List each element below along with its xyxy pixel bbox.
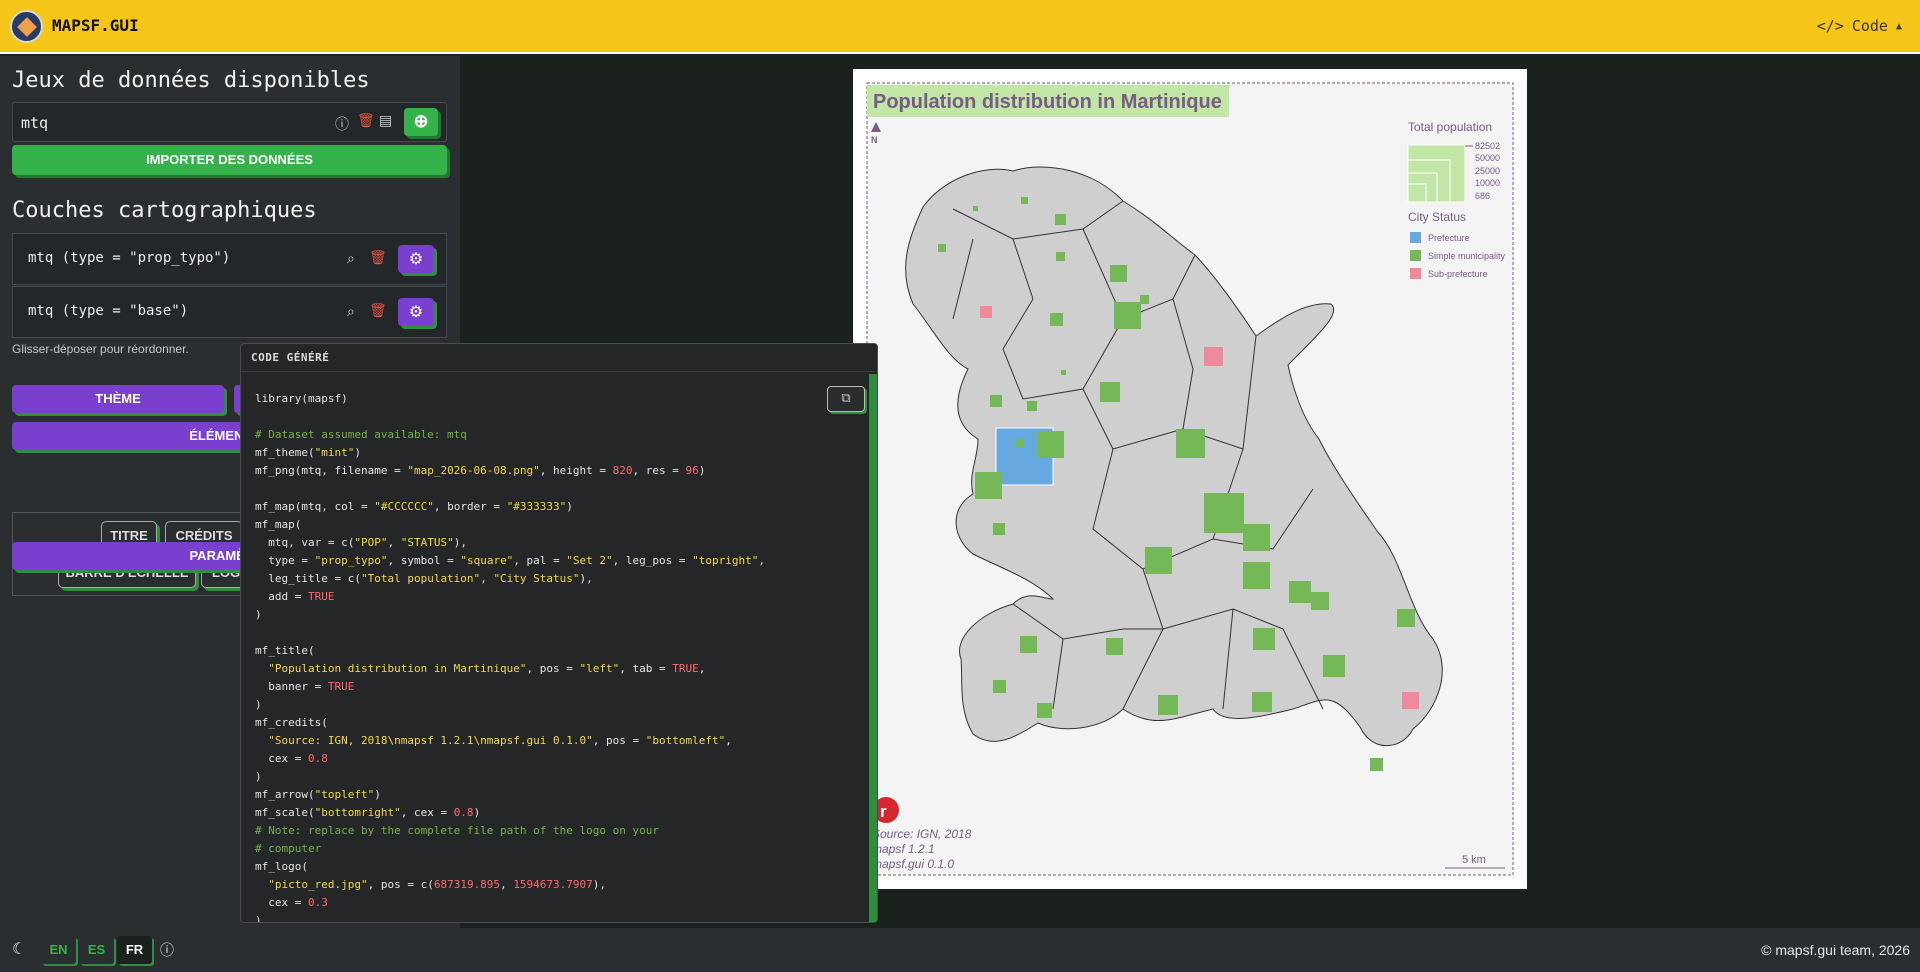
- code-label: Code: [1851, 17, 1888, 35]
- legend-pop-title: Total population: [1408, 120, 1492, 134]
- legend-pop-value: 82502: [1475, 141, 1500, 151]
- datasets-heading: Jeux de données disponibles: [12, 68, 370, 93]
- legend-status-title: City Status: [1408, 210, 1466, 224]
- map-canvas: Population distribution in Martinique N: [866, 82, 1514, 876]
- add-layer-button[interactable]: ⊕: [404, 108, 438, 136]
- code-panel-title: CODE GÉNÉRÉ: [241, 344, 877, 372]
- dataset-row: mtq ⓘ 🗑 ▤ ⊕: [12, 102, 447, 142]
- layer-settings-button[interactable]: ⚙: [398, 298, 434, 326]
- legend-pop-value: 10000: [1475, 178, 1500, 188]
- legend-pop-value: 686: [1475, 191, 1490, 201]
- lang-es-button[interactable]: ES: [79, 936, 114, 964]
- import-data-button[interactable]: IMPORTER DES DONNÉES: [12, 145, 447, 175]
- logo-letter: r: [880, 802, 887, 821]
- credits-line: mapsf 1.2.1: [872, 842, 935, 856]
- north-label: N: [871, 135, 878, 145]
- map-title: Population distribution in Martinique: [873, 91, 1222, 113]
- top-bar: MAPSF.GUI </> Code ▲: [0, 0, 1920, 54]
- lang-en-button[interactable]: EN: [41, 936, 76, 964]
- caret-up-icon: ▲: [1895, 20, 1902, 32]
- credits-line: Source: IGN, 2018: [872, 827, 972, 841]
- hide-icon[interactable]: ⌕: [347, 304, 355, 320]
- layer-label: mtq (type = "base"): [28, 303, 189, 319]
- app-logo-icon: [10, 10, 43, 43]
- copy-icon: ⧉: [841, 391, 851, 406]
- layers-heading: Couches cartographiques: [12, 198, 317, 223]
- hide-icon[interactable]: ⌕: [347, 251, 355, 267]
- info-icon[interactable]: ⓘ: [160, 940, 174, 960]
- app-title: MAPSF.GUI: [52, 16, 139, 35]
- dataset-name: mtq: [21, 114, 49, 132]
- dark-mode-icon[interactable]: ☾: [12, 939, 26, 958]
- code-icon: </>: [1816, 17, 1844, 35]
- table-icon[interactable]: ▤: [379, 113, 392, 129]
- legend-pop-value: 25000: [1475, 166, 1500, 176]
- legend-status-label: Sub-prefecture: [1428, 269, 1488, 279]
- lang-fr-button[interactable]: FR: [117, 936, 152, 964]
- map-preview: Population distribution in Martinique N: [853, 69, 1527, 889]
- layer-label: mtq (type = "prop_typo"): [28, 250, 231, 266]
- trash-icon[interactable]: 🗑: [369, 303, 387, 319]
- layer-item[interactable]: mtq (type = "base") ⌕ 🗑 ⚙: [12, 286, 447, 338]
- legend-status-label: Prefecture: [1428, 233, 1470, 243]
- reorder-hint: Glisser-déposer pour réordonner.: [12, 342, 189, 356]
- trash-icon[interactable]: 🗑: [357, 113, 375, 129]
- legend-pop-value: 50000: [1475, 153, 1500, 163]
- code-panel: CODE GÉNÉRÉ ⧉ library(mapsf) # Dataset a…: [240, 343, 878, 923]
- layer-item[interactable]: mtq (type = "prop_typo") ⌕ 🗑 ⚙: [12, 233, 447, 285]
- copyright: © mapsf.gui team, 2026: [1761, 942, 1910, 958]
- info-icon[interactable]: ⓘ: [335, 114, 349, 134]
- code-toggle-button[interactable]: </> Code ▲: [1817, 17, 1902, 35]
- footer: ☾ EN ES FR ⓘ © mapsf.gui team, 2026: [0, 928, 1920, 972]
- copy-code-button[interactable]: ⧉: [827, 386, 865, 412]
- trash-icon[interactable]: 🗑: [369, 250, 387, 266]
- legend-status-label: Simple municipality: [1428, 251, 1506, 261]
- generated-code: library(mapsf) # Dataset assumed availab…: [255, 392, 765, 923]
- scale-label: 5 km: [1462, 854, 1486, 866]
- scrollbar[interactable]: [869, 374, 877, 922]
- layer-settings-button[interactable]: ⚙: [398, 245, 434, 273]
- theme-button[interactable]: THÈME: [12, 385, 224, 413]
- credits-line: mapsf.gui 0.1.0: [872, 857, 954, 871]
